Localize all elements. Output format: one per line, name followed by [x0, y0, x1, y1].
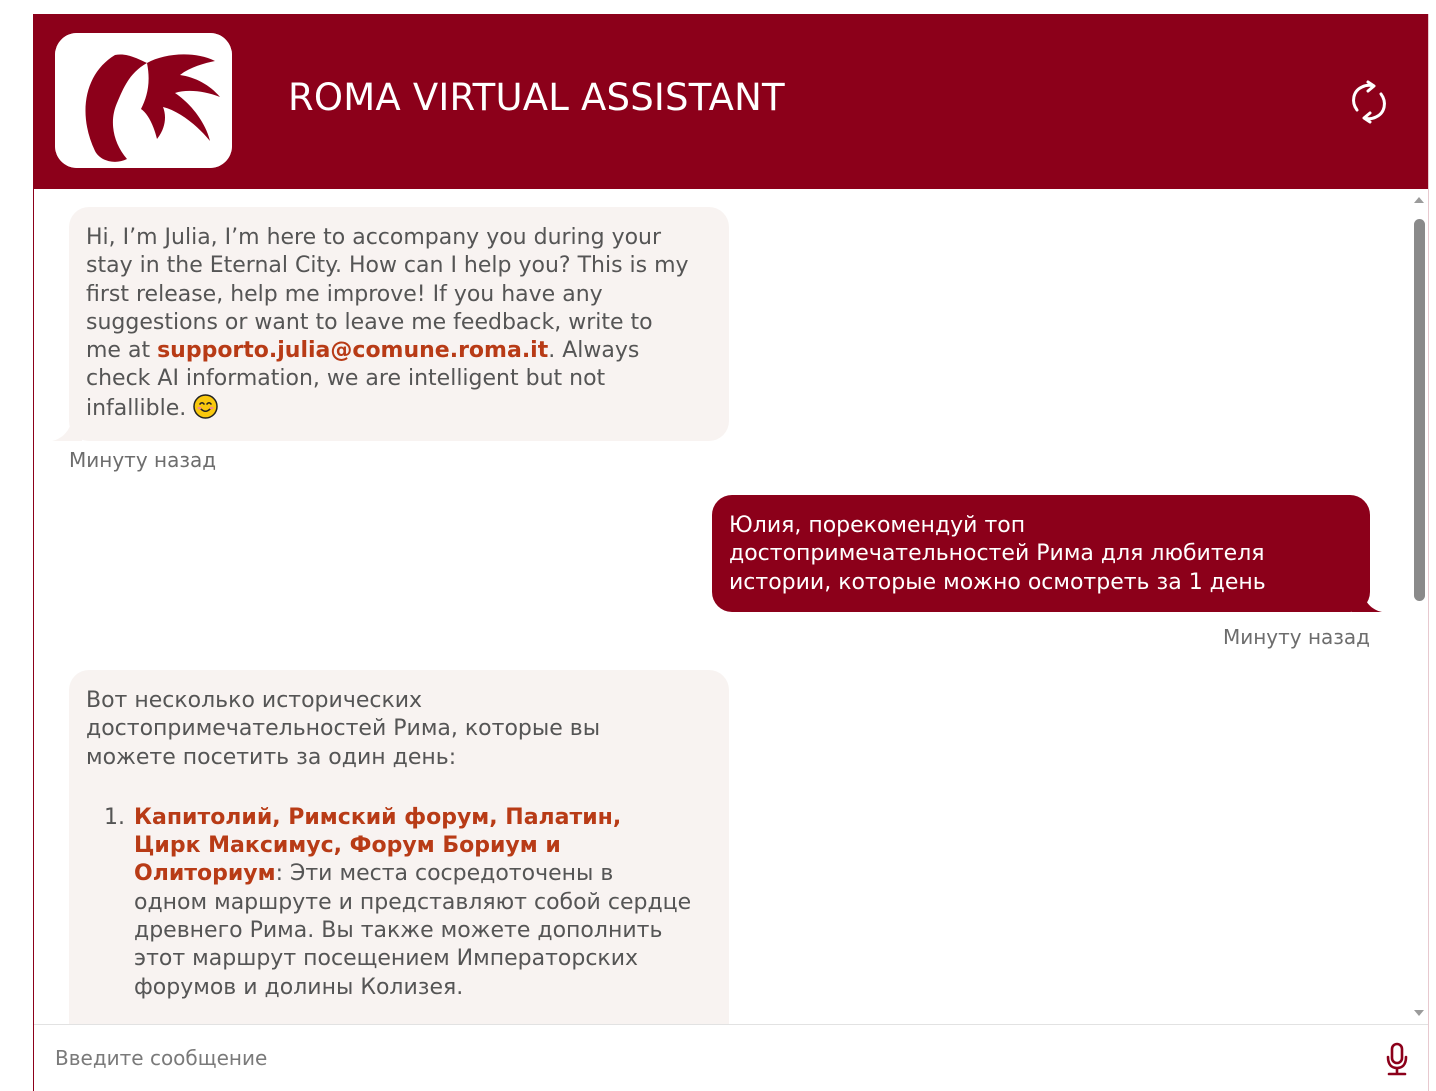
refresh-icon[interactable] [1346, 80, 1392, 124]
message-text: Вот несколько исторических достопримечат… [86, 688, 601, 770]
support-email-link[interactable]: supporto.julia@comune.roma.it [157, 338, 548, 363]
smiling-face-emoji [193, 394, 218, 419]
microphone-icon[interactable] [1384, 1041, 1410, 1077]
bubble-tail [1352, 589, 1382, 612]
bot-message: Вот несколько исторических достопримечат… [69, 670, 729, 1024]
bot-message: Hi, I’m Julia, I’m here to accompany you… [52, 207, 729, 442]
bubble-tail [52, 419, 82, 442]
attractions-list: Капитолий, Римский форум, Палатин, Цирк … [86, 804, 693, 1002]
scroll-up-arrow-icon[interactable] [1414, 197, 1424, 203]
julia-logo-icon [55, 33, 232, 168]
message-text: Юлия, порекомендуй топ достопримечательн… [729, 513, 1266, 595]
chat-widget: ROMA VIRTUAL ASSISTANT Hi, I’m Julia, I’… [33, 14, 1429, 1091]
chat-messages[interactable]: Hi, I’m Julia, I’m here to accompany you… [34, 189, 1410, 1024]
list-item: Капитолий, Римский форум, Палатин, Цирк … [132, 804, 693, 1002]
message-timestamp: Минуту назад [1222, 625, 1370, 649]
message-input[interactable] [53, 1039, 1357, 1077]
user-message: Юлия, порекомендуй топ достопримечательн… [712, 495, 1382, 612]
message-timestamp: Минуту назад [69, 448, 217, 472]
chat-header: ROMA VIRTUAL ASSISTANT [34, 14, 1428, 189]
message-composer [34, 1024, 1428, 1091]
chat-scrollbar[interactable] [1410, 189, 1428, 1024]
scroll-thumb[interactable] [1414, 219, 1425, 601]
scroll-down-arrow-icon[interactable] [1414, 1010, 1424, 1016]
assistant-title: ROMA VIRTUAL ASSISTANT [288, 76, 785, 119]
